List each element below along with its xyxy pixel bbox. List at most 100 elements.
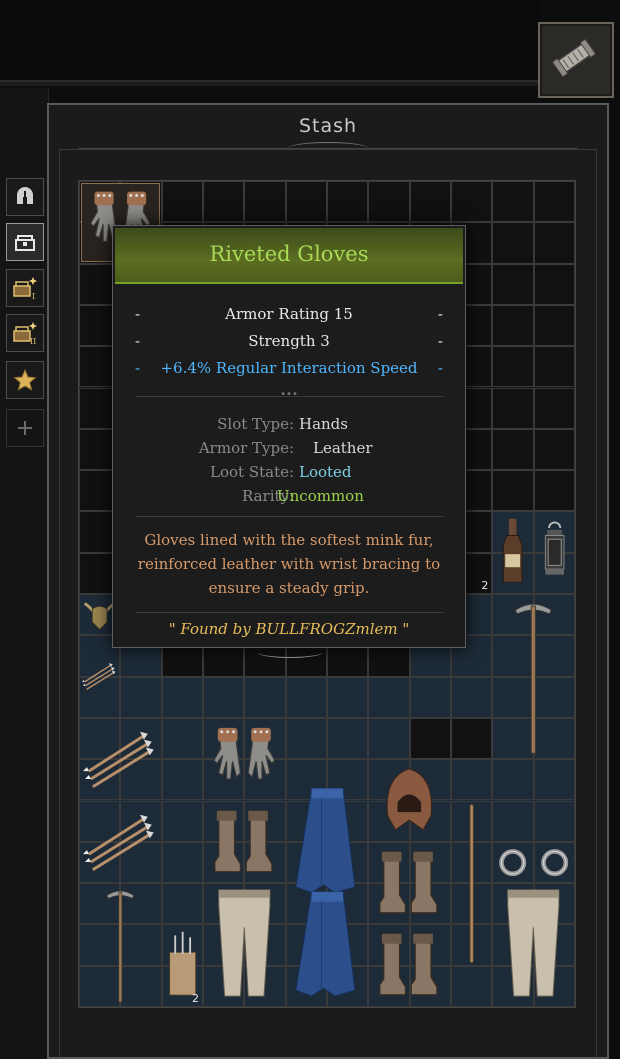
grid-cell[interactable] (492, 304, 534, 347)
blue-cloak-icon (294, 891, 356, 997)
grid-cell[interactable] (533, 181, 575, 223)
grid-cell[interactable] (368, 676, 410, 718)
bottle-icon (503, 519, 523, 584)
grid-cell[interactable] (285, 717, 327, 760)
trousers-item[interactable] (205, 885, 284, 1005)
grid-cell[interactable] (492, 759, 534, 801)
stat-interaction-speed: +6.4% Regular Interaction Speed (160, 359, 418, 377)
property-value: Leather (313, 439, 373, 457)
leather-boots-icon (379, 851, 438, 914)
grid-cell[interactable] (492, 800, 534, 842)
lantern-item[interactable] (536, 513, 573, 592)
leather-boots-icon (214, 809, 273, 872)
grid-cell[interactable] (451, 717, 493, 760)
surgical-kit-item[interactable]: 2 (164, 926, 201, 1005)
grid-cell[interactable] (161, 717, 203, 760)
grid-cell[interactable] (327, 181, 369, 223)
trousers-item[interactable] (494, 885, 573, 1005)
grid-cell[interactable] (368, 717, 410, 760)
grid-cell[interactable] (285, 676, 327, 718)
item-name: Riveted Gloves (209, 242, 369, 266)
blue-cloak-item[interactable] (288, 885, 367, 1005)
leather-boots-icon (379, 933, 438, 996)
grid-cell[interactable] (533, 470, 575, 512)
grid-cell[interactable] (533, 346, 575, 388)
staff-item[interactable] (453, 803, 490, 964)
grid-cell[interactable] (451, 759, 493, 801)
grid-cell[interactable] (161, 676, 203, 718)
leather-hood-item[interactable] (370, 761, 449, 840)
grid-cell[interactable] (492, 222, 534, 264)
grid-cell[interactable] (409, 717, 451, 760)
ring-item[interactable] (494, 844, 531, 881)
riveted-gloves-item[interactable] (205, 720, 284, 799)
stash-chest-tab[interactable] (6, 223, 44, 261)
bottle-item[interactable] (494, 513, 531, 592)
item-quantity: 2 (191, 991, 199, 1005)
grid-cell[interactable] (161, 841, 203, 884)
grid-cell[interactable] (244, 181, 286, 223)
grid-cell[interactable] (492, 470, 534, 512)
pickaxe-icon (106, 890, 135, 1003)
property-key: Loot State (210, 463, 289, 481)
leather-boots-item[interactable] (370, 844, 449, 923)
arrows-item[interactable] (81, 637, 118, 716)
grid-cell[interactable] (492, 181, 534, 223)
ring-item[interactable] (536, 844, 573, 881)
grid-cell[interactable] (533, 387, 575, 429)
riveted-gloves-icon (213, 727, 276, 780)
stat-row: - +6.4% Regular Interaction Speed - (113, 359, 465, 379)
grid-cell[interactable] (161, 883, 203, 925)
grid-cell[interactable] (285, 181, 327, 223)
pickaxe-item[interactable] (81, 885, 160, 1005)
grid-cell[interactable] (492, 346, 534, 388)
grid-cell[interactable] (368, 181, 410, 223)
arrows-item[interactable] (81, 803, 160, 882)
stash-tab-i[interactable]: I (6, 269, 44, 307)
grid-cell[interactable] (533, 759, 575, 801)
grid-cell[interactable] (451, 676, 493, 718)
property-value: Looted (299, 463, 352, 481)
leather-boots-item[interactable] (370, 926, 449, 1005)
divider-dots: ••• (280, 389, 298, 400)
utility-slot[interactable] (538, 22, 614, 98)
stat-strength: Strength 3 (248, 332, 330, 350)
property-colon: : (289, 415, 295, 433)
property-loot-state: Loot State : Looted (113, 463, 467, 483)
grid-cell[interactable] (161, 800, 203, 842)
lantern-icon (544, 521, 565, 576)
grid-cell[interactable] (492, 428, 534, 471)
item-tooltip: Riveted Gloves - Armor Rating 15 - - Str… (112, 225, 467, 658)
pickaxe-item[interactable] (494, 596, 573, 757)
grid-cell[interactable] (533, 428, 575, 471)
helmet-tab[interactable] (6, 178, 44, 216)
grid-cell[interactable] (451, 965, 493, 1007)
add-tab[interactable] (6, 409, 44, 447)
grid-cell[interactable] (327, 676, 369, 718)
grid-cell[interactable] (409, 181, 451, 223)
grid-cell[interactable] (244, 676, 286, 718)
grid-cell[interactable] (533, 222, 575, 264)
grid-cell[interactable] (492, 387, 534, 429)
property-value: Uncommon (277, 487, 364, 505)
tooltip-ornament (258, 647, 322, 658)
grid-cell[interactable] (161, 181, 203, 223)
grid-cell[interactable] (533, 304, 575, 347)
arrows-item[interactable] (81, 720, 160, 799)
grid-cell[interactable] (451, 181, 493, 223)
item-description: Gloves lined with the softest mink fur, … (137, 531, 441, 597)
tooltip-header: Riveted Gloves (115, 228, 463, 284)
grid-cell[interactable] (533, 800, 575, 842)
grid-cell[interactable] (120, 676, 162, 718)
grid-cell[interactable] (533, 263, 575, 305)
stash-tab-ii[interactable]: II (6, 314, 44, 352)
star-tab[interactable] (6, 361, 44, 399)
leather-boots-item[interactable] (205, 803, 284, 882)
grid-cell[interactable] (203, 676, 245, 718)
grid-cell[interactable] (327, 717, 369, 760)
grid-cell[interactable] (161, 759, 203, 801)
grid-cell[interactable] (409, 676, 451, 718)
grid-cell[interactable] (203, 181, 245, 223)
svg-text:II: II (30, 337, 36, 346)
grid-cell[interactable] (492, 263, 534, 305)
